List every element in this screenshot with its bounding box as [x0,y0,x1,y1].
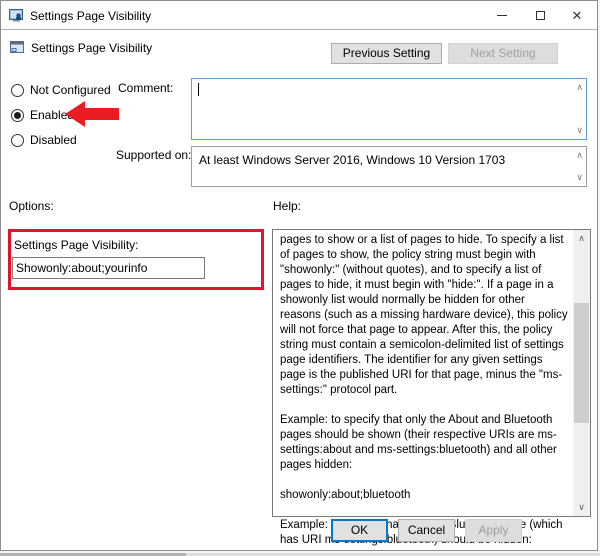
window-title: Settings Page Visibility [30,9,151,23]
minimize-icon [497,15,507,16]
comment-textarea[interactable]: ∧ ∨ [191,78,587,140]
setting-field-input[interactable] [12,257,205,279]
radio-circle [11,109,24,122]
scroll-down-icon[interactable]: ∨ [573,499,590,516]
scroll-up-icon[interactable]: ∧ [573,230,590,247]
scroll-down-icon[interactable]: ∨ [576,126,583,135]
cancel-button[interactable]: Cancel [398,519,455,542]
radio-disabled[interactable]: Disabled [11,132,77,148]
help-section-label: Help: [273,199,301,213]
help-box: pages to show or a list of pages to hide… [272,229,591,517]
next-setting-button[interactable]: Next Setting [448,43,558,64]
radio-circle [11,134,24,147]
arrow-head [65,101,85,127]
supported-on-box[interactable]: At least Windows Server 2016, Windows 10… [191,146,587,187]
close-icon: ✕ [572,9,583,22]
radio-circle [11,84,24,97]
supported-on-value: At least Windows Server 2016, Windows 10… [199,153,505,167]
text-cursor [198,83,199,96]
radio-label: Disabled [30,133,77,147]
scroll-down-icon[interactable]: ∨ [576,173,583,182]
radio-not-configured[interactable]: Not Configured [11,82,111,98]
policy-window-icon [9,39,25,55]
policy-setting-dialog: Settings Page Visibility ✕ Settings Page… [0,0,598,551]
policy-title: Settings Page Visibility [31,41,152,55]
annotation-arrow-icon [65,101,119,127]
scrollbar-thumb[interactable] [574,303,589,423]
options-section-label: Options: [9,199,54,213]
maximize-button[interactable] [524,1,556,29]
ok-button[interactable]: OK [331,519,388,542]
minimize-button[interactable] [486,1,518,29]
help-text: pages to show or a list of pages to hide… [280,233,568,551]
supported-on-label: Supported on: [116,148,191,162]
close-button[interactable]: ✕ [561,1,593,29]
titlebar: Settings Page Visibility ✕ [1,1,597,30]
previous-setting-button[interactable]: Previous Setting [331,43,442,64]
app-icon [9,8,24,23]
arrow-tail [84,108,119,120]
comment-label: Comment: [118,81,173,95]
scroll-up-icon[interactable]: ∧ [576,83,583,92]
help-scrollbar[interactable]: ∧ ∨ [573,230,590,516]
radio-label: Not Configured [30,83,111,97]
scroll-up-icon[interactable]: ∧ [576,151,583,160]
setting-field-label: Settings Page Visibility: [14,238,139,252]
maximize-icon [536,11,545,20]
apply-button[interactable]: Apply [465,519,522,542]
